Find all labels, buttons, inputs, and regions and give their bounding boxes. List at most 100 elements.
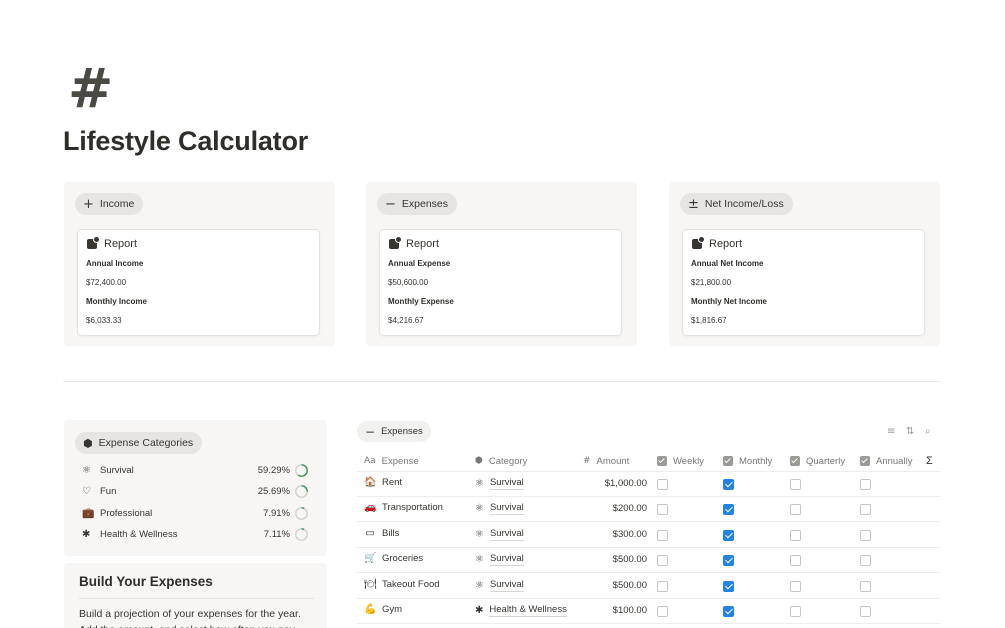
header-weekly[interactable]: Weekly xyxy=(657,451,704,471)
quarterly-checkbox[interactable] xyxy=(790,580,801,592)
report-label: Report xyxy=(104,238,138,250)
expense-categories-pill[interactable]: ⬢ Expense Categories xyxy=(75,432,203,454)
filter-icon[interactable]: ≡ xyxy=(887,426,895,437)
amount-cell[interactable]: $500.00 xyxy=(577,580,647,591)
amount-cell[interactable]: $100.00 xyxy=(577,605,647,616)
table-row[interactable]: 🛒 Groceries xyxy=(364,553,423,564)
category-row-survival[interactable]: ⚛ Survival 59.29% xyxy=(82,461,308,479)
category-name: Professional xyxy=(100,507,153,519)
category-relation[interactable]: ⚛ Survival xyxy=(475,579,524,592)
checkbox-icon xyxy=(860,456,870,466)
expense-name: Bills xyxy=(382,527,400,539)
monthly-net-income-label: Monthly Net Income xyxy=(691,297,768,306)
category-relation[interactable]: ⚛ Survival xyxy=(475,477,524,490)
table-row[interactable]: ▭ Bills xyxy=(364,528,399,539)
quarterly-checkbox[interactable] xyxy=(790,606,801,617)
expenses-report[interactable]: Report Annual Expense $50,600.00 Monthly… xyxy=(379,229,622,336)
income-pill[interactable]: + Income xyxy=(75,193,144,215)
table-row[interactable]: 💪 Gym xyxy=(364,604,402,615)
food-icon: 🍽 xyxy=(364,578,377,590)
expense-name: Groceries xyxy=(382,553,424,565)
header-expense[interactable]: Aa Expense xyxy=(364,451,419,471)
row-divider xyxy=(357,572,940,574)
expense-name: Takeout Food xyxy=(382,578,440,590)
category-row-professional[interactable]: 💼 Professional 7.91% xyxy=(82,504,308,522)
weekly-checkbox[interactable] xyxy=(657,479,668,490)
header-category[interactable]: ⬢ Category xyxy=(475,451,527,471)
divider xyxy=(79,598,314,599)
net-income-pill[interactable]: ± Net Income/Loss xyxy=(680,193,793,215)
expenses-pill[interactable]: − Expenses xyxy=(377,193,458,215)
pill-label: Expense Categories xyxy=(98,437,194,449)
sort-icon[interactable]: ⇅ xyxy=(906,426,914,437)
monthly-checkbox[interactable] xyxy=(723,580,734,592)
weekly-checkbox[interactable] xyxy=(657,555,668,567)
amount-cell[interactable]: $200.00 xyxy=(577,503,647,514)
annually-checkbox[interactable] xyxy=(860,504,871,516)
bills-icon: ▭ xyxy=(365,527,375,539)
category-name: Health & Wellness xyxy=(100,528,178,540)
quarterly-checkbox[interactable] xyxy=(790,479,801,490)
table-row[interactable]: 🚗 Transportation xyxy=(364,502,443,513)
annual-expense-value: $50,600.00 xyxy=(388,278,429,287)
monthly-checkbox[interactable] xyxy=(723,606,734,617)
category-relation[interactable]: ✱ Health & Wellness xyxy=(475,604,567,617)
category-name: Survival xyxy=(100,464,134,476)
header-sum[interactable]: Σ xyxy=(926,451,933,471)
weekly-checkbox[interactable] xyxy=(657,580,668,592)
quarterly-checkbox[interactable] xyxy=(790,555,801,567)
hash-icon: # xyxy=(583,456,591,466)
annually-checkbox[interactable] xyxy=(860,529,871,541)
amount-cell[interactable]: $500.00 xyxy=(577,554,647,565)
header-annually[interactable]: Annually xyxy=(860,451,912,471)
category-relation[interactable]: ⚛ Survival xyxy=(475,528,524,541)
header-quarterly[interactable]: Quarterly xyxy=(790,451,845,471)
annually-checkbox[interactable] xyxy=(860,555,871,567)
weekly-checkbox[interactable] xyxy=(657,606,668,617)
table-row[interactable]: 🍽 Takeout Food xyxy=(364,579,440,590)
expense-name: Transportation xyxy=(382,502,443,514)
monthly-checkbox[interactable] xyxy=(723,479,734,490)
build-text: Build a projection of your expenses for … xyxy=(79,608,301,628)
annually-checkbox[interactable] xyxy=(860,479,871,490)
asterisk-icon: ✱ xyxy=(82,528,91,540)
amount-cell[interactable]: $300.00 xyxy=(577,529,647,540)
expenses-view-tab[interactable]: − Expenses xyxy=(357,421,431,442)
category-row-health-wellness[interactable]: ✱ Health & Wellness 7.11% xyxy=(82,525,308,543)
header-monthly[interactable]: Monthly xyxy=(723,451,772,471)
annual-net-income-label: Annual Net Income xyxy=(691,259,764,268)
monthly-expense-label: Monthly Expense xyxy=(388,297,454,306)
monthly-checkbox[interactable] xyxy=(723,555,734,567)
cart-icon: 🛒 xyxy=(364,553,377,565)
category-row-fun[interactable]: ♡ Fun 25.69% xyxy=(82,482,308,500)
quarterly-checkbox[interactable] xyxy=(790,504,801,516)
net-income-report[interactable]: Report Annual Net Income $21,800.00 Mont… xyxy=(682,229,925,336)
table-divider xyxy=(357,471,940,472)
monthly-net-income-value: $1,816.67 xyxy=(691,316,727,325)
monthly-checkbox[interactable] xyxy=(723,504,734,516)
checkbox-icon xyxy=(657,456,667,466)
amount-cell[interactable]: $1,000.00 xyxy=(577,478,647,489)
annually-checkbox[interactable] xyxy=(860,580,871,592)
weekly-checkbox[interactable] xyxy=(657,529,668,541)
category-icon: ⚛ xyxy=(475,579,484,591)
page-icon[interactable]: # xyxy=(68,62,113,116)
briefcase-icon: 💼 xyxy=(82,507,95,519)
category-relation[interactable]: ⚛ Survival xyxy=(475,502,524,516)
expense-name: Rent xyxy=(382,477,403,488)
annually-checkbox[interactable] xyxy=(860,606,871,617)
weekly-checkbox[interactable] xyxy=(657,504,668,516)
search-icon[interactable]: ⌕ xyxy=(925,426,931,437)
minus-icon: − xyxy=(385,196,396,212)
category-relation[interactable]: ⚛ Survival xyxy=(475,553,524,567)
income-report[interactable]: Report Annual Income $72,400.00 Monthly … xyxy=(77,229,320,336)
tab-label: Expenses xyxy=(381,426,423,437)
shapes-icon: ⬢ xyxy=(83,436,93,450)
quarterly-checkbox[interactable] xyxy=(790,529,801,541)
minus-icon: − xyxy=(365,424,376,439)
report-label: Report xyxy=(406,238,440,250)
gym-icon: 💪 xyxy=(364,604,377,615)
table-row[interactable]: 🏠 Rent xyxy=(364,477,402,488)
monthly-checkbox[interactable] xyxy=(723,529,734,541)
header-amount[interactable]: # Amount xyxy=(583,451,629,471)
